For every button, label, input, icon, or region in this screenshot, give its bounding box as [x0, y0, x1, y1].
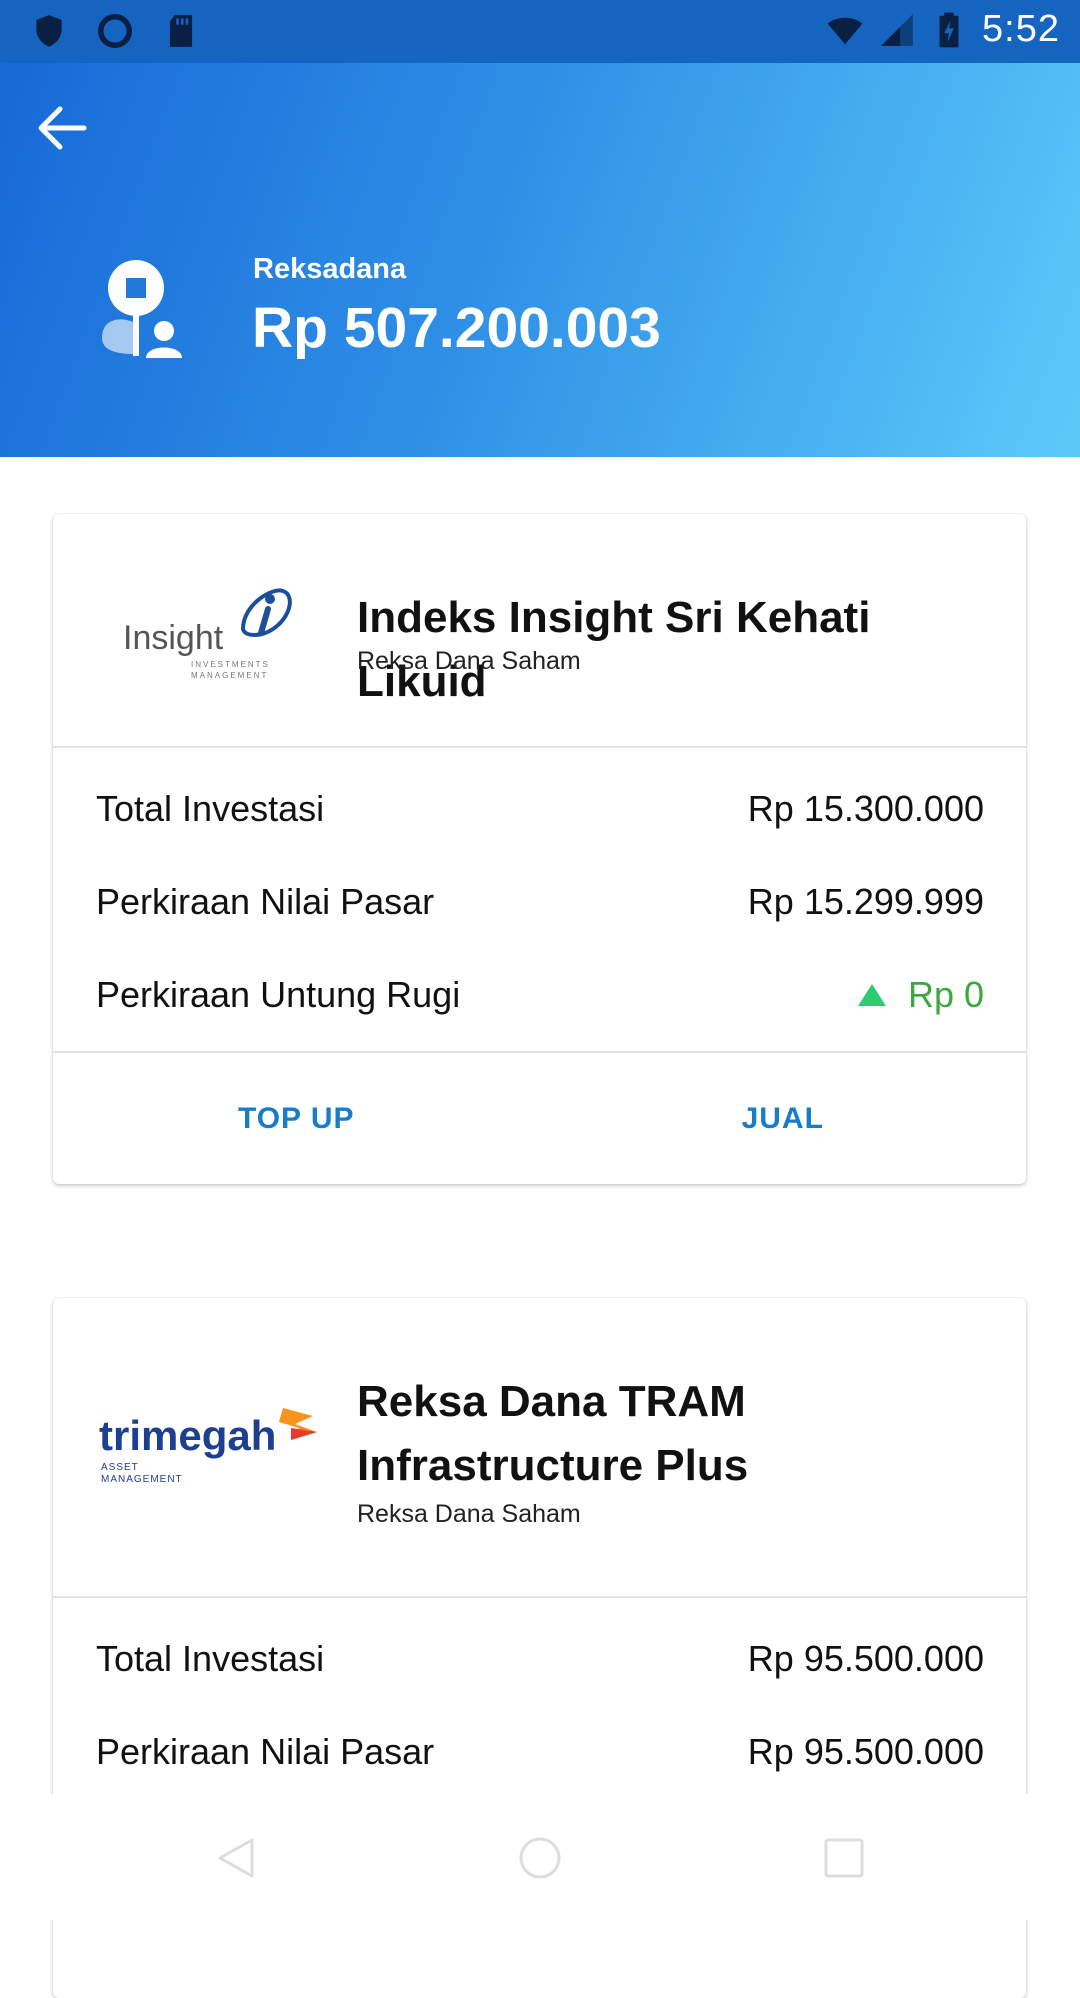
arrow-left-icon[interactable]	[28, 93, 98, 163]
detail-value: Rp 95.500.000	[747, 1638, 984, 1679]
recents-nav-icon[interactable]	[820, 1834, 868, 1882]
logo-text: Insight	[123, 619, 224, 657]
detail-row-total-investasi: Total Investasi Rp 15.300.000	[53, 768, 1026, 861]
gain-value-group: Rp 0	[857, 974, 984, 1016]
fund-name: Reksa Dana TRAM Infrastructure Plus	[357, 1377, 749, 1490]
logo-text: trimegah	[99, 1412, 276, 1459]
detail-row-untung-rugi: Perkiraan Untung Rugi Rp 0	[53, 954, 1026, 1047]
sd-card-icon	[169, 15, 193, 47]
status-time: 5:52	[982, 8, 1060, 50]
top-up-button[interactable]: TOP UP	[53, 1053, 540, 1184]
svg-text:INVESTMENTS: INVESTMENTS	[191, 660, 270, 669]
detail-label: Total Investasi	[96, 1638, 325, 1679]
triangle-up-icon	[857, 984, 886, 1006]
status-bar: 5:52	[0, 0, 1080, 63]
fund-details: Total Investasi Rp 95.500.000 Perkiraan …	[53, 1598, 1026, 1804]
battery-charging-icon	[939, 12, 959, 47]
jual-button[interactable]: JUAL	[540, 1053, 1027, 1184]
fund-type: Reksa Dana Saham	[357, 647, 581, 675]
detail-label: Perkiraan Nilai Pasar	[96, 881, 435, 922]
mutual-fund-icon	[102, 260, 182, 358]
fund-type: Reksa Dana Saham	[357, 1500, 581, 1528]
detail-label: Perkiraan Untung Rugi	[96, 974, 461, 1015]
gain-value: Rp 0	[907, 974, 984, 1015]
total-amount: Rp 507.200.003	[252, 296, 661, 360]
svg-text:MANAGEMENT: MANAGEMENT	[191, 671, 268, 680]
circle-icon	[97, 13, 133, 49]
fund-actions: TOP UP JUAL	[53, 1051, 1026, 1184]
trimegah-logo: trimegah ASSET MANAGEMENT	[99, 1408, 317, 1485]
detail-row-total-investasi: Total Investasi Rp 95.500.000	[53, 1618, 1026, 1711]
fund-details: Total Investasi Rp 15.300.000 Perkiraan …	[53, 748, 1026, 1047]
svg-text:ASSET: ASSET	[101, 1462, 139, 1473]
header-label: Reksadana	[253, 253, 407, 285]
shield-icon	[36, 15, 62, 47]
detail-value: Rp 95.500.000	[747, 1731, 984, 1772]
detail-row-nilai-pasar: Perkiraan Nilai Pasar Rp 15.299.999	[53, 861, 1026, 954]
home-nav-icon[interactable]	[516, 1834, 564, 1882]
back-nav-icon[interactable]	[212, 1834, 260, 1882]
portfolio-header: Reksadana Rp 507.200.003	[0, 63, 1080, 457]
insight-logo: Insight INVESTMENTS MANAGEMENT	[123, 588, 292, 680]
detail-label: Perkiraan Nilai Pasar	[96, 1731, 435, 1772]
detail-value: Rp 15.299.999	[747, 881, 984, 922]
fund-card-header: Insight INVESTMENTS MANAGEMENT Indeks In…	[53, 514, 1026, 748]
svg-text:MANAGEMENT: MANAGEMENT	[101, 1474, 183, 1485]
wifi-icon	[827, 17, 863, 44]
detail-value: Rp 15.300.000	[747, 788, 984, 829]
detail-label: Total Investasi	[96, 788, 325, 829]
detail-row-nilai-pasar: Perkiraan Nilai Pasar Rp 95.500.000	[53, 1711, 1026, 1804]
signal-icon	[881, 13, 913, 46]
fund-card-header: trimegah ASSET MANAGEMENT Reksa Dana TRA…	[53, 1298, 1026, 1598]
navigation-bar	[0, 1794, 1080, 1920]
fund-card[interactable]: Insight INVESTMENTS MANAGEMENT Indeks In…	[53, 514, 1026, 1184]
